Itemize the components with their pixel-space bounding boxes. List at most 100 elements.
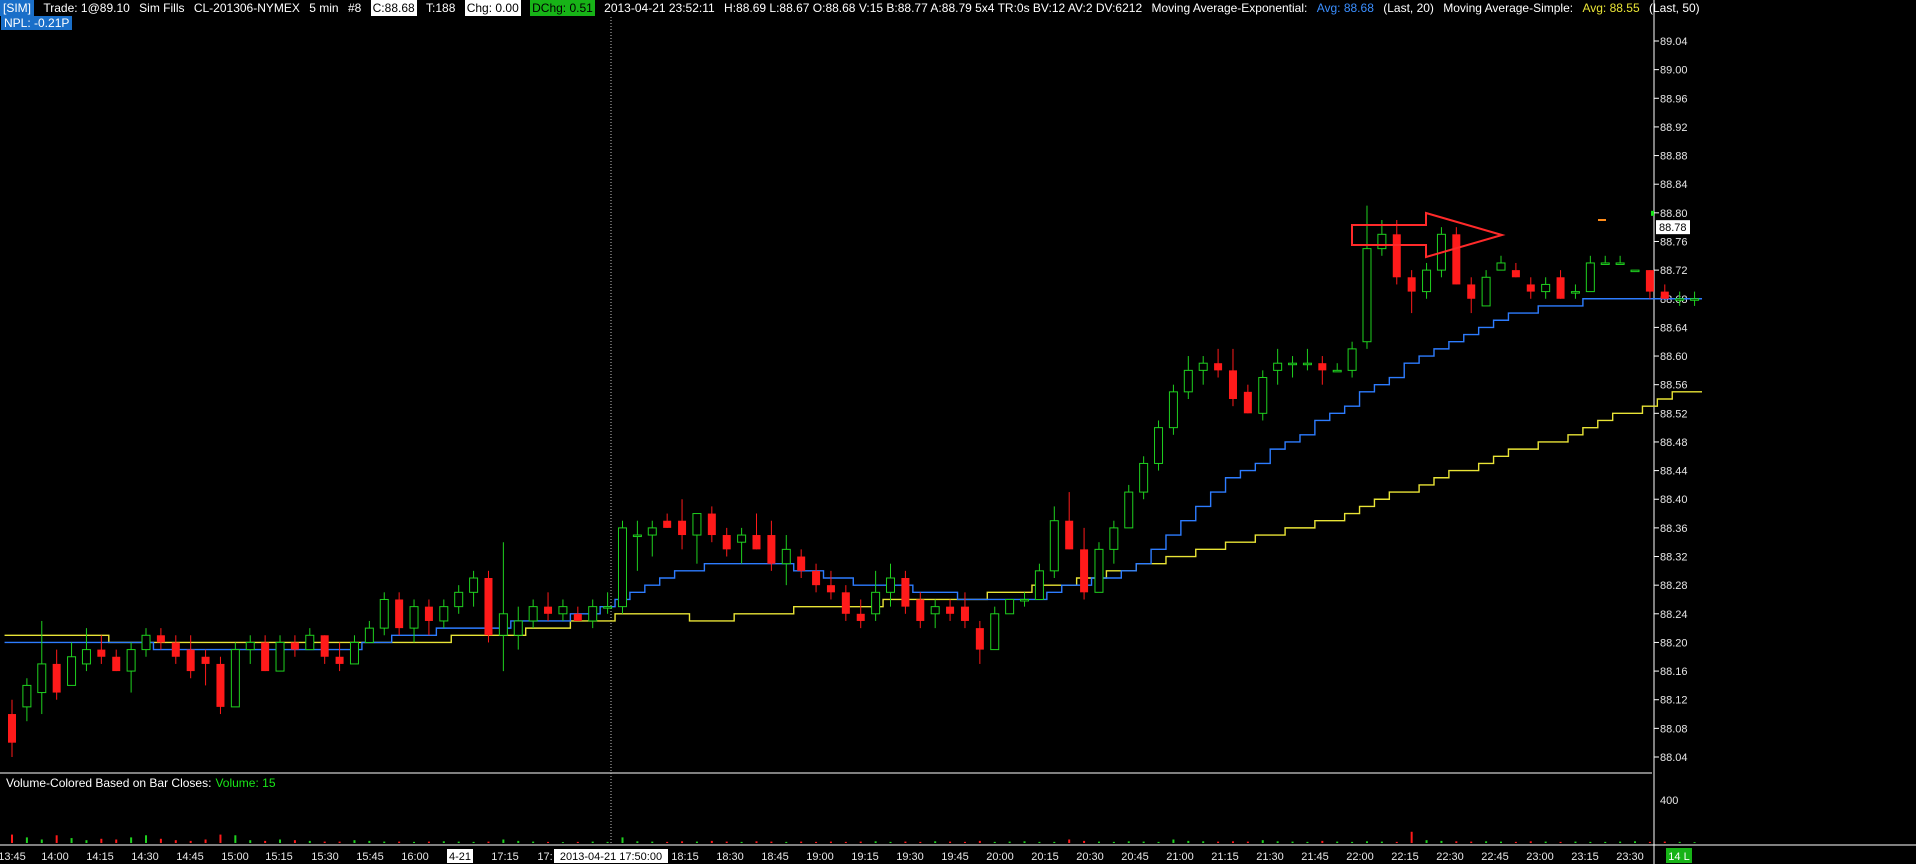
time-axis-label: 18:30 [716,851,744,863]
candle-body-down [812,570,821,586]
price-chart[interactable]: 89.04 89.00 88.96 88.92 88.88 88.84 88.80 88.76… [0,0,1916,864]
price-tick-label: 88.44 [1660,466,1688,478]
candle-body-down [261,642,270,672]
candle-body-up [737,534,747,543]
time-axis-label: 14:30 [131,851,159,863]
candle-body-up [1258,377,1268,414]
candle-body-up [439,606,449,622]
candle-body-up [558,606,568,615]
time-axis-label: 20:30 [1076,851,1104,863]
chart-window[interactable]: [SIM] Trade: 1@89.10 Sim Fills CL-201306… [0,0,1916,864]
candle-body-up [364,627,374,643]
candle-body-down [1318,363,1327,371]
candle-body-up [1124,491,1134,529]
time-axis-label: 21:30 [1256,851,1284,863]
price-tick-label: 88.48 [1660,437,1688,449]
price-tick-label: 88.24 [1660,609,1688,621]
candle-body-up [126,649,136,672]
price-tick-label: 88.92 [1660,122,1688,134]
candle-body-up [647,527,657,536]
candle-body-up [379,598,389,629]
time-axis-label: 23:00 [1526,851,1554,863]
candle-body-down [722,535,731,550]
candle-body-up [1496,262,1506,271]
candle-body-down [216,663,225,707]
candle-body-up [469,577,479,593]
candle-body-down [1392,234,1401,278]
price-tick-label: 88.72 [1660,265,1688,277]
candle-body-up [454,591,464,608]
price-tick-label: 88.32 [1660,552,1688,564]
candle-body-up [1273,362,1283,371]
candle-body-down [1452,234,1461,285]
price-tick-label: 88.08 [1660,723,1688,735]
candle-body-up [617,527,627,608]
price-tick-label: 88.60 [1660,351,1688,363]
current-price-label: 88.78 [1659,222,1687,234]
time-axis-label: 4-21 [449,851,471,863]
time-axis-label: 14:45 [176,851,204,863]
candle-body-up [1600,262,1610,265]
time-axis-label: 15:00 [221,851,249,863]
candle-body-down [1065,520,1074,550]
candle-body-down [186,649,195,672]
candle-body-up [588,606,598,622]
price-tick-label: 88.40 [1660,494,1688,506]
candle-body-down [1407,277,1416,292]
candle-body-up [230,649,240,708]
candle-body-down [678,520,687,536]
candle-body-up [930,606,940,615]
candle-body-down [320,635,329,657]
candle-body-up [1109,527,1119,550]
price-tick-label: 88.36 [1660,523,1688,535]
candle-body-down [424,606,433,621]
time-axis-label: 17: [537,851,552,863]
candle-body-up [1332,369,1342,373]
candle-body-down [901,578,910,607]
candle-body-up [1481,276,1491,307]
time-axis-label: 18:45 [761,851,789,863]
candle-body-up [1094,548,1104,593]
price-tick-label: 88.20 [1660,637,1688,649]
price-tick-label: 88.64 [1660,322,1688,334]
candle-body-down [573,613,582,621]
price-tick-label: 88.76 [1660,236,1688,248]
candle-body-up [1630,269,1640,273]
time-axis-label: 14:00 [41,851,69,863]
annotation-arrow-icon[interactable] [1351,211,1506,259]
candle-body-down [1556,277,1565,299]
candle-body-down [1660,291,1669,299]
candle-body-down [826,585,835,593]
candle-body-up [632,534,642,538]
candle-body-up [886,577,896,593]
candle-body-up [990,613,1000,651]
sma-50-line [4,391,1703,644]
candle-body-up [781,548,791,565]
volume-axis-label: 400 [1660,795,1678,807]
time-axis-label: 15:30 [311,851,339,863]
time-axis-label: 23:15 [1571,851,1599,863]
candle-body-up [1615,262,1625,265]
candle-body-up [1183,369,1193,393]
candle-body-down [544,606,553,614]
candle-body-up [141,634,151,651]
price-tick-label: 88.28 [1660,580,1688,592]
candle-body-up [37,663,47,694]
candle-body-up [1362,248,1372,343]
ema-20-line [4,298,1703,651]
candle-body-up [245,641,255,651]
candle-body-up [67,656,77,686]
candle-body-down [663,520,672,528]
price-tick-label: 88.84 [1660,179,1688,191]
candle-body-down [1645,270,1654,292]
candle-body-up [1302,362,1312,366]
candle-body-up [1288,362,1298,366]
candle-body-up [1675,298,1685,301]
time-axis-label: 22:15 [1391,851,1419,863]
candle-body-down [97,649,106,657]
candle-body-down [201,656,210,664]
price-tick-label: 88.56 [1660,380,1688,392]
candle-body-down [1228,370,1237,399]
candle-body-up [498,613,508,636]
price-tick-label: 89.04 [1660,36,1688,48]
